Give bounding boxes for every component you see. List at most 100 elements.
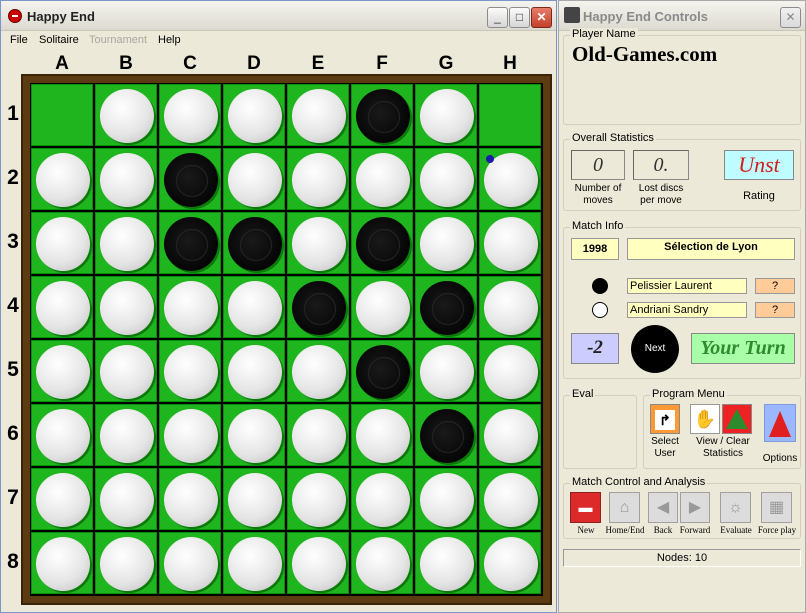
- board-cell-f8[interactable]: [351, 532, 413, 594]
- warning-icon: [726, 409, 748, 429]
- board-cell-h4[interactable]: [479, 276, 541, 338]
- board-cell-c8[interactable]: [159, 532, 221, 594]
- board-cell-d2[interactable]: [223, 148, 285, 210]
- board-cell-e5[interactable]: [287, 340, 349, 402]
- board-cell-a4[interactable]: [31, 276, 93, 338]
- board-cell-d6[interactable]: [223, 404, 285, 466]
- moves-label-line2: moves: [583, 195, 613, 206]
- column-label-a: A: [55, 53, 69, 74]
- board-cell-c2[interactable]: [159, 148, 221, 210]
- white-disc: [100, 217, 154, 271]
- forward-button[interactable]: ▶: [680, 492, 710, 523]
- board-cell-h8[interactable]: [479, 532, 541, 594]
- force-play-button[interactable]: ▦: [761, 492, 792, 523]
- white-disc: [484, 217, 538, 271]
- close-button[interactable]: ✕: [531, 7, 552, 28]
- board-cell-b1[interactable]: [95, 84, 157, 146]
- board-cell-h1[interactable]: [479, 84, 541, 146]
- maximize-button[interactable]: □: [509, 7, 530, 28]
- view-statistics-button[interactable]: ✋: [690, 404, 720, 434]
- white-disc: [420, 89, 474, 143]
- board-cell-g1[interactable]: [415, 84, 477, 146]
- board-cell-b3[interactable]: [95, 212, 157, 274]
- board-cell-g7[interactable]: [415, 468, 477, 530]
- force-play-label: Force play: [757, 525, 797, 535]
- board-cell-f3[interactable]: [351, 212, 413, 274]
- board-cell-g2[interactable]: [415, 148, 477, 210]
- board-cell-e4[interactable]: [287, 276, 349, 338]
- board-cell-d7[interactable]: [223, 468, 285, 530]
- board-cell-f2[interactable]: [351, 148, 413, 210]
- board-cell-a5[interactable]: [31, 340, 93, 402]
- board-cell-b7[interactable]: [95, 468, 157, 530]
- white-disc: [292, 217, 346, 271]
- board-cell-g6[interactable]: [415, 404, 477, 466]
- menu-file[interactable]: File: [10, 34, 28, 46]
- board-cell-b4[interactable]: [95, 276, 157, 338]
- evaluate-button[interactable]: ☼: [720, 492, 751, 523]
- board-cell-h3[interactable]: [479, 212, 541, 274]
- board-cell-b6[interactable]: [95, 404, 157, 466]
- menu-help[interactable]: Help: [158, 34, 181, 46]
- app-icon[interactable]: [8, 9, 22, 23]
- board-cell-a8[interactable]: [31, 532, 93, 594]
- new-game-button[interactable]: ▬: [570, 492, 601, 523]
- board-cell-a3[interactable]: [31, 212, 93, 274]
- board-cell-e6[interactable]: [287, 404, 349, 466]
- board-cell-d3[interactable]: [223, 212, 285, 274]
- board-cell-f4[interactable]: [351, 276, 413, 338]
- board-cell-g8[interactable]: [415, 532, 477, 594]
- board-cell-a1[interactable]: [31, 84, 93, 146]
- board-cell-c1[interactable]: [159, 84, 221, 146]
- select-user-button[interactable]: ↱: [650, 404, 680, 434]
- board-cell-d4[interactable]: [223, 276, 285, 338]
- board-cell-c5[interactable]: [159, 340, 221, 402]
- minimize-button[interactable]: _: [487, 7, 508, 28]
- board-cell-g3[interactable]: [415, 212, 477, 274]
- board-cell-d1[interactable]: [223, 84, 285, 146]
- board-cell-e7[interactable]: [287, 468, 349, 530]
- board-cell-c4[interactable]: [159, 276, 221, 338]
- view-clear-label: View / Clear Statistics: [684, 436, 762, 460]
- board-cell-c7[interactable]: [159, 468, 221, 530]
- menu-solitaire[interactable]: Solitaire: [39, 34, 79, 46]
- home-end-button[interactable]: ⌂: [609, 492, 640, 523]
- board-cell-c6[interactable]: [159, 404, 221, 466]
- main-titlebar[interactable]: Happy End _ □ ✕: [1, 1, 556, 31]
- white-disc: [356, 409, 410, 463]
- board-cell-c3[interactable]: [159, 212, 221, 274]
- board-cell-b8[interactable]: [95, 532, 157, 594]
- board-cell-e2[interactable]: [287, 148, 349, 210]
- board-cell-h6[interactable]: [479, 404, 541, 466]
- board-cell-e1[interactable]: [287, 84, 349, 146]
- back-button[interactable]: ◀: [648, 492, 678, 523]
- board-cell-f5[interactable]: [351, 340, 413, 402]
- board-cell-a6[interactable]: [31, 404, 93, 466]
- board-cell-f1[interactable]: [351, 84, 413, 146]
- board-cell-d8[interactable]: [223, 532, 285, 594]
- board-cell-d5[interactable]: [223, 340, 285, 402]
- board-cell-g4[interactable]: [415, 276, 477, 338]
- board-cell-b5[interactable]: [95, 340, 157, 402]
- board-cell-f6[interactable]: [351, 404, 413, 466]
- white-disc: [484, 473, 538, 527]
- board-cell-b2[interactable]: [95, 148, 157, 210]
- main-window: Happy End _ □ ✕ File Solitaire Tournamen…: [0, 0, 557, 613]
- board-cell-a7[interactable]: [31, 468, 93, 530]
- board-cell-h5[interactable]: [479, 340, 541, 402]
- match-event: Sélection de Lyon: [627, 238, 795, 260]
- board-cell-h7[interactable]: [479, 468, 541, 530]
- clear-statistics-button[interactable]: [722, 404, 752, 434]
- board-cell-e8[interactable]: [287, 532, 349, 594]
- white-disc: [36, 537, 90, 591]
- board-cell-h2[interactable]: [479, 148, 541, 210]
- controls-close-button[interactable]: ✕: [780, 7, 801, 28]
- controls-titlebar[interactable]: Happy End Controls ✕: [559, 1, 805, 31]
- board-cell-g5[interactable]: [415, 340, 477, 402]
- options-button[interactable]: [764, 404, 796, 442]
- board-cell-f7[interactable]: [351, 468, 413, 530]
- board-cell-e3[interactable]: [287, 212, 349, 274]
- controls-app-icon: [564, 7, 580, 23]
- board-cell-a2[interactable]: [31, 148, 93, 210]
- match-year: 1998: [571, 238, 619, 260]
